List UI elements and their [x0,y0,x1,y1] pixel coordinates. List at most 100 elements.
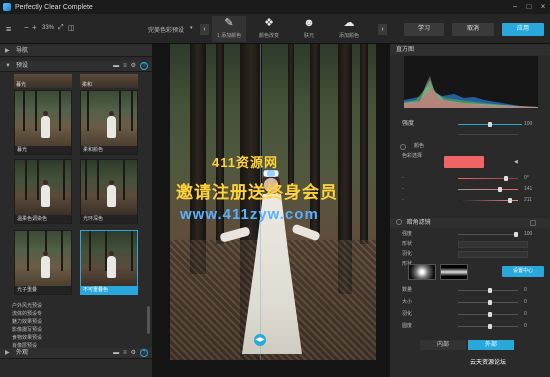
vignette-row: 形状 [396,240,546,249]
grid-view-icon[interactable]: ▬ [113,349,119,358]
help-icon[interactable]: ? [140,349,148,357]
lightness-row: ◦ 211 [402,197,532,203]
set-center-button[interactable]: 设置中心 [502,266,544,277]
toolbar: ≡ − + 33% ⤢ ◫ 完美色彩预设 ▾ ‹ ✎ 1 添加颜色 ❖ 颜色改变… [0,14,550,44]
image-canvas[interactable]: ◀▶ 411资源网 邀请注册送终身会员 www.411zyw.com [152,44,390,377]
thumb-image [81,231,137,286]
histogram [404,56,538,108]
preset-thumb[interactable]: 柔和颜色 [80,90,138,155]
eyedropper-icon[interactable]: ◀ [514,158,524,167]
thumb-image [81,160,137,215]
title-bar: Perfectly Clear Complete − □ × [0,0,550,14]
color-swatch[interactable] [444,156,484,168]
vignette-slider-row: 大小 0 [402,299,527,305]
grid-view-icon[interactable]: ▬ [113,62,119,71]
appearance-section-header[interactable]: ▶ 外观 ▬ ≡ ⚙ ? [0,348,152,359]
preset-thumb[interactable]: 温柔色调染色 [14,159,72,224]
outside-toggle[interactable]: 外部 [468,340,514,350]
window-title: Perfectly Clear Complete [15,3,93,11]
power-icon[interactable] [396,219,402,225]
tool-add-color-2[interactable]: ☁ 添加颜色 [332,16,366,42]
preset-thumb-selected[interactable]: 不可重叠色 [80,230,138,295]
preset-thumb[interactable]: 光环深色 [80,159,138,224]
thumb-top-right[interactable]: 柔和 [80,74,138,88]
strength-slider[interactable] [458,122,522,127]
cloud-icon: ☁ [343,17,355,29]
thumb-top-left[interactable]: 暮光 [14,74,72,88]
list-item[interactable]: 食物效果预设 [0,334,152,342]
paint-icon: ❖ [264,17,274,29]
gear-icon[interactable]: ⚙ [131,349,136,358]
chevron-down-icon: ▼ [5,63,11,69]
footer-brand: 云天资源论坛 [470,360,507,366]
vignette-ellipse-option[interactable] [408,264,436,280]
preset-thumb[interactable]: 光子重叠 [14,230,72,295]
apply-button[interactable]: 应用 [502,23,544,36]
minimize-icon[interactable]: − [508,0,522,14]
tool-skin[interactable]: ☻ 肤元 [292,16,326,42]
gear-icon[interactable]: ⚙ [131,62,136,71]
zoom-value: 33% [42,25,55,31]
next-arrow-icon[interactable]: › [378,24,387,35]
list-item[interactable]: 魅力效果预设 [0,318,152,326]
close-icon[interactable]: × [536,0,550,14]
list-item[interactable]: 流体的预设专 [0,310,152,318]
histogram-header: 直方图 [390,45,550,55]
vignette-row: 强度 100 [402,231,533,237]
chevron-right-icon: ▶ [5,48,10,54]
list-view-icon[interactable]: ≡ [123,349,127,358]
inside-toggle[interactable]: 内部 [420,340,466,350]
help-icon[interactable] [530,220,536,226]
fit-icon[interactable]: ⤢ [58,24,64,32]
learn-button[interactable]: 学习 [404,23,444,36]
compare-handle-icon[interactable]: ◀▶ [254,334,266,346]
thumb-image [15,231,71,286]
left-scrollbar[interactable] [147,306,150,334]
brush-icon: ✎ [224,17,234,29]
thumb-image [15,160,71,215]
zoom-out-button[interactable]: − [24,23,29,32]
nav-section-header[interactable]: ▶ 导航 [0,46,152,57]
strength-row-sub [396,130,546,139]
chevron-right-icon: ▶ [5,350,10,356]
people-icon: ☻ [303,17,315,29]
left-panel: ▶ 导航 ▼ 预设 ▬ ≡ ⚙ ? 暮光 柔和 暮光 柔和颜色 温柔色调染色 光… [0,44,152,377]
preset-category-list: 户外风光预设 流体的预设专 魅力效果预设 影像摄写预设 食物效果预设 肖像层预设 [0,302,152,350]
tool-color-change[interactable]: ❖ 颜色改变 [252,16,286,42]
compare-icon[interactable]: ◫ [68,24,75,32]
watermark-line1: 411资源网 [212,155,278,170]
strength-row: 强度 100 [402,121,533,127]
right-panel: 直方图 强度 100 颜色 色彩选择 ◀ ◦ 0° ◦ 141 ◦ 211 暗角… [390,44,550,377]
zoom-in-button[interactable]: + [32,23,37,32]
list-view-icon[interactable]: ≡ [123,62,127,71]
saturation-row: ◦ 141 [402,186,533,192]
thumb-image [81,91,137,146]
list-item[interactable]: 户外风光预设 [0,302,152,310]
vignette-row: 羽化 [396,250,546,259]
maximize-icon[interactable]: □ [522,0,536,14]
hue-row: ◦ 0° [402,175,529,181]
thumb-image [15,91,71,146]
cancel-button[interactable]: 取消 [452,23,494,36]
preset-thumb[interactable]: 暮光 [14,90,72,155]
app-icon [3,3,11,11]
vignette-header[interactable]: 暗角滤镜 [390,218,550,228]
help-icon[interactable]: ? [140,62,148,70]
vignette-feather-dropdown[interactable] [458,251,528,258]
prev-arrow-icon[interactable]: ‹ [200,24,209,35]
list-item[interactable]: 影像摄写预设 [0,326,152,334]
chevron-down-icon[interactable]: ▾ [190,25,193,31]
tool-add-color[interactable]: ✎ 1 添加颜色 [212,16,246,42]
preset-dropdown[interactable]: 完美色彩预设 [148,25,184,34]
vignette-slider-row: 羽化 0 [402,311,527,317]
histogram-graph [404,76,538,108]
vignette-slider-row: 圆度 0 [402,323,527,329]
watermark-line3: www.411zyw.com [180,206,319,223]
vignette-shape-dropdown[interactable] [458,241,528,248]
vignette-slider-row: 数量 0 [402,287,527,293]
presets-section-header[interactable]: ▼ 预设 ▬ ≡ ⚙ ? [0,61,152,72]
vignette-rect-option[interactable] [440,264,468,280]
menu-icon[interactable]: ≡ [6,24,11,34]
color-field-row: 颜色 [414,143,425,149]
watermark-line2: 邀请注册送终身会员 [176,183,338,202]
